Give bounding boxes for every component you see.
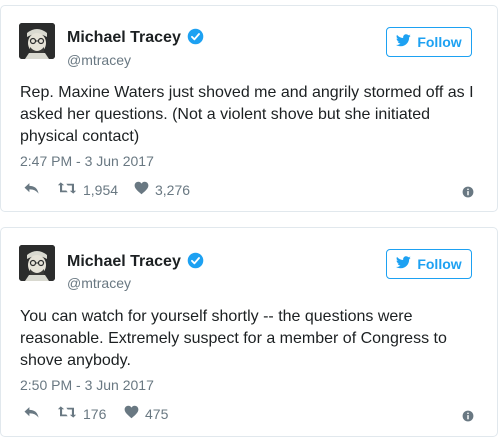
heart-icon — [134, 181, 149, 198]
author-handle[interactable]: @mtracey — [67, 51, 131, 69]
retweet-icon — [57, 405, 77, 422]
reply-icon — [23, 405, 40, 422]
retweet-button[interactable]: 1,954 — [57, 181, 118, 198]
heart-icon — [124, 405, 139, 422]
verified-icon — [187, 252, 204, 275]
tweet-text: You can watch for yourself shortly -- th… — [20, 308, 447, 369]
reply-button[interactable] — [23, 405, 40, 422]
retweet-button[interactable]: 176 — [57, 405, 106, 422]
author-name[interactable]: Michael Tracey — [67, 28, 204, 51]
follow-button[interactable]: Follow — [386, 249, 472, 279]
author-name[interactable]: Michael Tracey — [67, 252, 204, 275]
like-count: 475 — [145, 405, 169, 422]
retweet-count: 1,954 — [83, 181, 119, 198]
tweet-actions: 1,954 3,276 — [1, 181, 497, 201]
avatar[interactable] — [19, 245, 55, 281]
reply-button[interactable] — [23, 181, 40, 198]
retweet-count: 176 — [83, 405, 107, 422]
follow-label: Follow — [417, 34, 462, 50]
tweet-timestamp[interactable]: 2:50 PM - 3 Jun 2017 — [20, 376, 154, 394]
tweet-card: Michael Tracey @mtracey Follow Rep. Maxi… — [0, 5, 498, 212]
tweet-card: Michael Tracey @mtracey Follow You can w… — [0, 227, 498, 437]
info-icon[interactable] — [462, 185, 474, 203]
author-handle[interactable]: @mtracey — [67, 274, 131, 292]
retweet-icon — [57, 181, 77, 198]
reply-icon — [23, 181, 40, 198]
twitter-bird-icon — [396, 256, 412, 272]
tweet-text: Rep. Maxine Waters just shoved me and an… — [20, 84, 474, 145]
like-button[interactable]: 475 — [124, 405, 168, 422]
tweet-timestamp[interactable]: 2:47 PM - 3 Jun 2017 — [20, 152, 154, 170]
follow-label: Follow — [417, 256, 462, 272]
info-icon[interactable] — [462, 409, 474, 427]
tweet-actions: 176 475 — [1, 405, 497, 425]
verified-icon — [187, 28, 204, 51]
avatar[interactable] — [19, 23, 55, 59]
follow-button[interactable]: Follow — [386, 27, 472, 57]
like-count: 3,276 — [155, 181, 191, 198]
twitter-bird-icon — [396, 34, 412, 50]
like-button[interactable]: 3,276 — [134, 181, 190, 198]
